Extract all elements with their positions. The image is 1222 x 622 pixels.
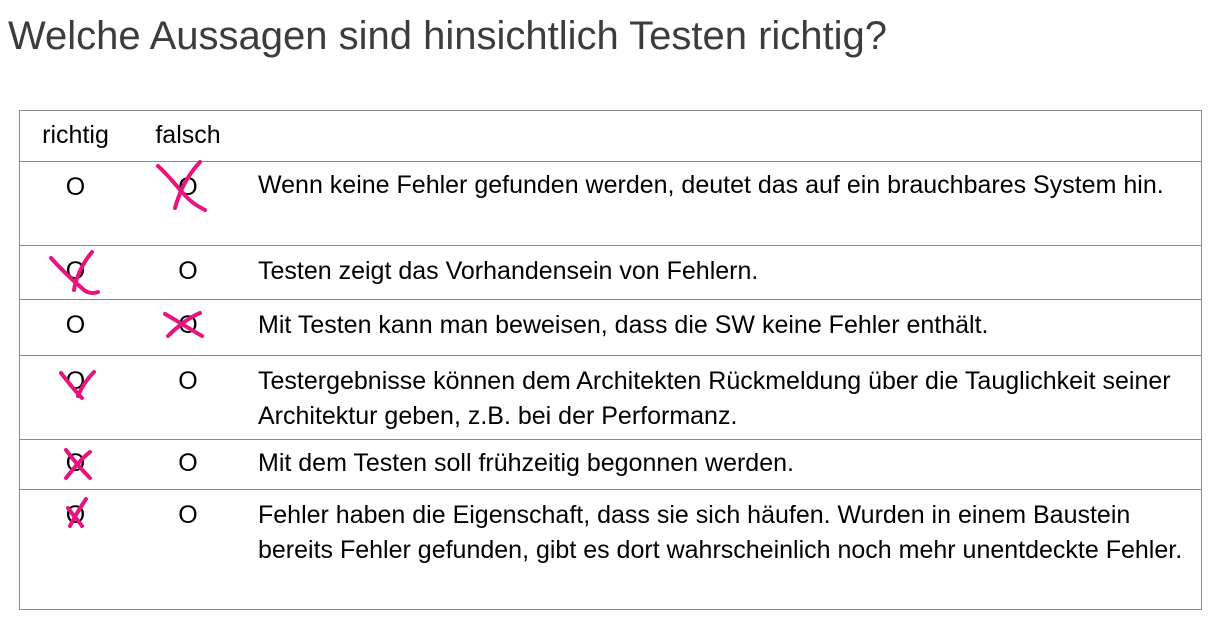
statement-text: Wenn keine Fehler gefunden werden, deute… <box>258 171 1164 199</box>
option-richtig[interactable]: O <box>62 446 90 480</box>
option-richtig[interactable]: O <box>62 170 90 204</box>
header-falsch: falsch <box>155 121 221 149</box>
option-falsch[interactable]: O <box>174 498 202 532</box>
statement-text: Mit dem Testen soll frühzeitig begonnen … <box>258 449 794 477</box>
quiz-table: richtig falsch O O Wenn keine Fehler gef… <box>19 110 1202 610</box>
table-row: O O Testergebnisse können dem Architekte… <box>20 355 1201 439</box>
option-richtig[interactable]: O <box>62 498 90 532</box>
statement-text: Fehler haben die Eigenschaft, dass sie s… <box>258 501 1183 564</box>
page-title: Welche Aussagen sind hinsichtlich Testen… <box>8 14 888 58</box>
table-row: O O Fehler haben die Eigenschaft, dass s… <box>20 489 1201 609</box>
statement-text: Testen zeigt das Vorhandensein von Fehle… <box>258 257 759 285</box>
option-falsch[interactable]: O <box>174 308 202 342</box>
table-row: O O Mit dem Testen soll frühzeitig begon… <box>20 439 1201 489</box>
table-row: O O Testen zeigt das Vorhandensein von F… <box>20 245 1201 299</box>
option-richtig[interactable]: O <box>62 308 90 342</box>
option-falsch[interactable]: O <box>174 446 202 480</box>
table-row: O O Wenn keine Fehler gefunden werden, d… <box>20 160 1201 245</box>
option-falsch[interactable]: O <box>174 254 202 288</box>
option-falsch[interactable]: O <box>174 364 202 398</box>
table-row: O O Mit Testen kann man beweisen, dass d… <box>20 299 1201 355</box>
header-richtig: richtig <box>42 121 109 149</box>
option-falsch[interactable]: O <box>174 170 202 204</box>
table-header-row: richtig falsch <box>20 111 1201 161</box>
statement-text: Testergebnisse können dem Architekten Rü… <box>258 367 1171 430</box>
option-richtig[interactable]: O <box>62 254 90 288</box>
statement-text: Mit Testen kann man beweisen, dass die S… <box>258 311 989 339</box>
option-richtig[interactable]: O <box>62 364 90 398</box>
